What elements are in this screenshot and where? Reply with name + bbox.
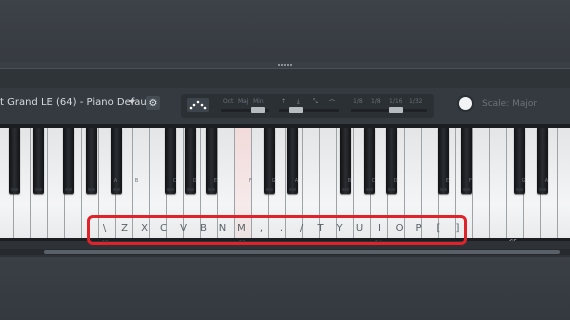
rate-2: 1/8 — [371, 98, 381, 105]
rate-slider[interactable] — [351, 107, 427, 113]
black-key[interactable] — [438, 128, 449, 194]
circle-toggle-icon[interactable] — [459, 97, 472, 110]
black-key[interactable] — [9, 128, 20, 194]
white-key[interactable] — [490, 128, 507, 238]
note-label: E — [445, 178, 450, 184]
note-label: G — [271, 178, 276, 184]
gear-icon[interactable]: ⚙ — [146, 96, 160, 110]
black-key[interactable] — [340, 128, 351, 194]
black-key[interactable] — [537, 128, 548, 194]
black-key[interactable] — [63, 128, 74, 194]
preset-dropdown-icon[interactable] — [129, 100, 135, 104]
note-label: A — [294, 178, 299, 184]
white-key[interactable] — [558, 128, 570, 238]
strum-slider-thumb[interactable] — [289, 107, 303, 113]
chord-slider-thumb[interactable] — [251, 107, 265, 113]
black-key[interactable] — [206, 128, 217, 194]
note-label: C — [172, 178, 177, 184]
strum-slider[interactable] — [279, 107, 339, 113]
note-label: E — [213, 178, 218, 184]
horizontal-scrollbar[interactable] — [44, 250, 560, 254]
black-key[interactable] — [33, 128, 44, 194]
black-key[interactable] — [514, 128, 525, 194]
note-label: B — [347, 178, 352, 184]
black-key[interactable] — [386, 128, 397, 194]
note-label: G — [521, 178, 526, 184]
black-key[interactable] — [165, 128, 176, 194]
chord-strum-panel: Oct Maj Min ⇡ ⤓ ⤡ ⌒ 1/8 1/8 1/16 1/32 — [181, 94, 434, 118]
label-maj: Maj — [238, 98, 249, 105]
strum-diag-icon[interactable]: ⤡ — [313, 98, 318, 106]
footer-background — [0, 257, 570, 320]
strum-down-icon[interactable]: ⤓ — [297, 98, 300, 106]
black-key[interactable] — [287, 128, 298, 194]
black-key[interactable] — [364, 128, 375, 194]
scale-label[interactable]: Scale: Major — [482, 99, 537, 109]
black-key[interactable] — [86, 128, 97, 194]
strum-up-icon[interactable]: ⇡ — [281, 98, 286, 105]
highlight-box — [87, 215, 467, 245]
strum-wave-icon[interactable]: ⌒ — [329, 98, 335, 107]
note-label: C — [371, 178, 376, 184]
note-label: A — [113, 178, 118, 184]
note-label: D — [192, 178, 197, 184]
black-key[interactable] — [185, 128, 196, 194]
black-key[interactable] — [111, 128, 122, 194]
note-label: B — [134, 178, 139, 184]
label-min: Min — [253, 98, 264, 105]
black-key[interactable] — [461, 128, 472, 194]
note-label: F — [469, 178, 472, 184]
note-label: A — [544, 178, 549, 184]
resize-grip[interactable] — [277, 64, 293, 67]
label-oct: Oct — [223, 98, 234, 105]
rate-1: 1/8 — [353, 98, 363, 105]
top-background — [0, 0, 570, 62]
rate-slider-thumb[interactable] — [389, 107, 403, 113]
controls-bar: t Grand LE (64) - Piano Default ⚙ Oct Ma… — [0, 88, 570, 124]
chord-slider[interactable] — [221, 107, 269, 113]
note-label: D — [393, 178, 398, 184]
toolbar — [0, 68, 570, 89]
rate-4: 1/32 — [409, 98, 423, 105]
note-label: F — [249, 178, 252, 184]
black-key[interactable] — [264, 128, 275, 194]
rate-3: 1/16 — [389, 98, 403, 105]
chord-arpeggio-icon[interactable] — [187, 98, 209, 112]
